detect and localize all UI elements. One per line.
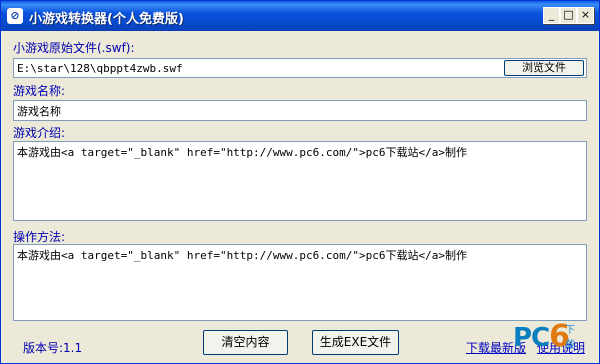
browse-file-button[interactable]: 浏览文件 <box>504 60 584 76</box>
game-name-input[interactable] <box>13 100 587 121</box>
pc6-watermark: PC6 下载 <box>513 319 575 354</box>
version-label: 版本号:1.1 <box>23 341 83 355</box>
title-bar[interactable]: ⊘ 小游戏转换器(个人免费版) _ □ × <box>1 1 599 31</box>
app-window: ⊘ 小游戏转换器(个人免费版) _ □ × 小游戏原始文件(.swf): 浏览文… <box>0 0 600 364</box>
app-icon: ⊘ <box>7 8 23 24</box>
minimize-button[interactable]: _ <box>543 7 560 24</box>
howto-textarea[interactable]: 本游戏由<a target="_blank" href="http://www.… <box>13 244 587 321</box>
game-intro-label: 游戏介绍: <box>13 126 66 140</box>
swf-path-input[interactable] <box>13 58 587 78</box>
watermark-pc: PC <box>513 323 550 353</box>
maximize-button[interactable]: □ <box>560 7 577 24</box>
swf-file-label: 小游戏原始文件(.swf): <box>13 41 135 55</box>
watermark-text: 下载 <box>565 325 575 351</box>
clear-content-button[interactable]: 清空内容 <box>203 330 288 355</box>
game-name-label: 游戏名称: <box>13 84 66 98</box>
game-intro-textarea[interactable]: 本游戏由<a target="_blank" href="http://www.… <box>13 141 587 221</box>
generate-exe-button[interactable]: 生成EXE文件 <box>312 330 399 355</box>
window-title: 小游戏转换器(个人免费版) <box>29 12 184 27</box>
howto-label: 操作方法: <box>13 230 66 244</box>
close-button[interactable]: × <box>577 7 594 24</box>
